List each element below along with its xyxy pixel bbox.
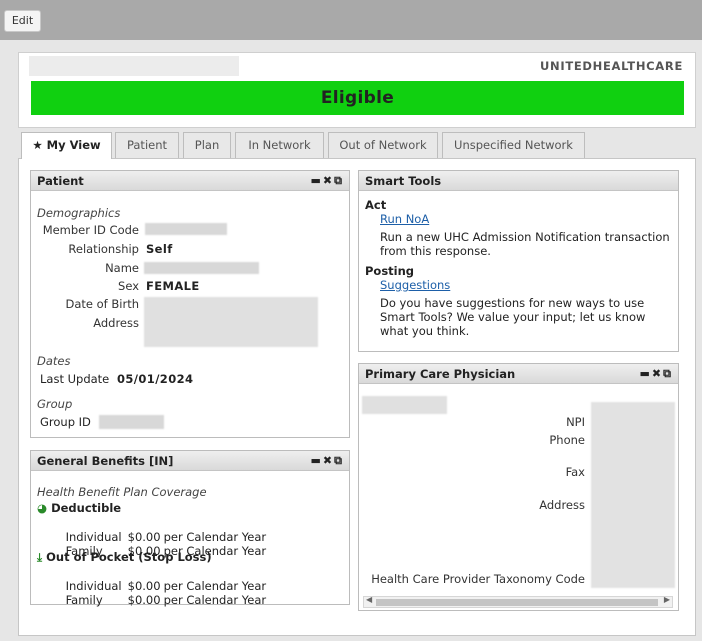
- popout-icon[interactable]: ⧉: [663, 364, 673, 384]
- member-id-label: Member ID Code: [42, 223, 139, 237]
- fax-label: Fax: [565, 465, 585, 479]
- redacted-physician-name: [362, 396, 447, 414]
- minimize-icon[interactable]: ▬: [311, 171, 323, 191]
- horizontal-scrollbar[interactable]: ◀ ▶: [363, 595, 673, 608]
- smart-tools-panel: Smart Tools Act Run NoA Run a new UHC Ad…: [358, 170, 679, 352]
- general-benefits-panel: General Benefits [IN] ▬✖⧉ Health Benefit…: [30, 450, 350, 607]
- panel-title: Primary Care Physician: [365, 367, 516, 381]
- run-noa-desc: from this response.: [380, 244, 491, 258]
- taxonomy-label: Health Care Provider Taxonomy Code: [371, 572, 585, 586]
- coverage-label: Health Benefit Plan Coverage: [37, 485, 207, 499]
- redacted-dob-address: [144, 297, 318, 347]
- close-icon[interactable]: ✖: [652, 364, 663, 384]
- oop-label: Out of Pocket (Stop Loss): [46, 550, 212, 564]
- suggestions-desc: what you think.: [380, 324, 470, 338]
- patient-panel: Patient ▬✖⧉ Demographics Member ID Code …: [30, 170, 350, 438]
- panel-header: Primary Care Physician ▬✖⧉: [359, 364, 678, 384]
- close-icon[interactable]: ✖: [323, 451, 334, 471]
- panel-title: Patient: [37, 174, 84, 188]
- star-icon: ★: [32, 138, 43, 152]
- eligibility-header: UNITEDHEALTHCARE Eligible: [18, 52, 696, 128]
- oop-who: Family: [65, 593, 103, 607]
- posting-label: Posting: [365, 264, 415, 278]
- relationship-value: Self: [146, 242, 173, 256]
- deductible-heading: ◕ Deductible: [37, 501, 121, 515]
- scroll-right-icon[interactable]: ▶: [664, 595, 670, 604]
- redacted-member-id: [145, 223, 227, 235]
- deductible-pie-icon: ◕: [37, 501, 48, 515]
- group-id-label: Group ID: [40, 415, 91, 429]
- tab-out-of-network[interactable]: Out of Network: [328, 132, 438, 158]
- tab-label: My View: [46, 138, 101, 152]
- run-noa-desc: Run a new UHC Admission Notification tra…: [380, 230, 670, 244]
- act-label: Act: [365, 198, 387, 212]
- dates-label: Dates: [37, 354, 71, 368]
- panel-title: Smart Tools: [365, 174, 442, 188]
- redacted-physician-details: [591, 402, 675, 588]
- group-label: Group: [37, 397, 73, 411]
- suggestions-desc: Do you have suggestions for new ways to …: [380, 296, 645, 310]
- redacted-group-id: [99, 415, 164, 429]
- run-noa-link[interactable]: Run NoA: [380, 212, 429, 226]
- address-label: Address: [539, 498, 585, 512]
- deductible-label: Deductible: [51, 501, 122, 515]
- tab-my-view[interactable]: ★ My View: [21, 132, 112, 159]
- tab-patient[interactable]: Patient: [115, 132, 179, 158]
- panel-header: Smart Tools: [359, 171, 678, 191]
- edit-button[interactable]: Edit: [4, 10, 41, 32]
- tab-in-network[interactable]: In Network: [235, 132, 324, 158]
- demographics-label: Demographics: [37, 206, 121, 220]
- redacted-patient-name: [29, 56, 239, 76]
- npi-label: NPI: [566, 415, 585, 429]
- tab-unspecified-network[interactable]: Unspecified Network: [442, 132, 585, 158]
- minimize-icon[interactable]: ▬: [640, 364, 652, 384]
- phone-label: Phone: [549, 433, 585, 447]
- address-label: Address: [93, 316, 139, 330]
- tab-plan[interactable]: Plan: [183, 132, 231, 158]
- oop-row-family: Family $0.00 per Calendar Year: [51, 579, 266, 621]
- name-label: Name: [105, 261, 139, 275]
- relationship-label: Relationship: [68, 242, 139, 256]
- last-update-value: 05/01/2024: [117, 372, 194, 386]
- redacted-name: [144, 262, 259, 274]
- popout-icon[interactable]: ⧉: [334, 171, 344, 191]
- close-icon[interactable]: ✖: [323, 171, 334, 191]
- scroll-left-icon[interactable]: ◀: [366, 595, 372, 604]
- minimize-icon[interactable]: ▬: [311, 451, 323, 471]
- oop-period: per Calendar Year: [163, 593, 267, 607]
- eligibility-status-banner: Eligible: [31, 81, 684, 115]
- top-toolbar: Edit: [0, 0, 702, 40]
- sex-value: FEMALE: [146, 279, 200, 293]
- oop-heading: ⤓ Out of Pocket (Stop Loss): [37, 550, 212, 565]
- scrollbar-thumb[interactable]: [376, 599, 658, 606]
- pcp-panel: Primary Care Physician ▬✖⧉ NPI Phone Fax…: [358, 363, 679, 611]
- oop-amount: $0.00: [127, 593, 161, 607]
- last-update-label: Last Update: [40, 372, 110, 386]
- panel-header: Patient ▬✖⧉: [31, 171, 349, 191]
- panel-title: General Benefits [IN]: [37, 454, 174, 468]
- suggestions-link[interactable]: Suggestions: [380, 278, 450, 292]
- download-arrow-icon: ⤓: [37, 550, 43, 564]
- dob-label: Date of Birth: [65, 297, 140, 311]
- popout-icon[interactable]: ⧉: [334, 451, 344, 471]
- sex-label: Sex: [118, 279, 139, 293]
- suggestions-desc: Smart Tools? We value your input; let us…: [380, 310, 646, 324]
- panel-header: General Benefits [IN] ▬✖⧉: [31, 451, 349, 471]
- payer-name: UNITEDHEALTHCARE: [539, 59, 683, 73]
